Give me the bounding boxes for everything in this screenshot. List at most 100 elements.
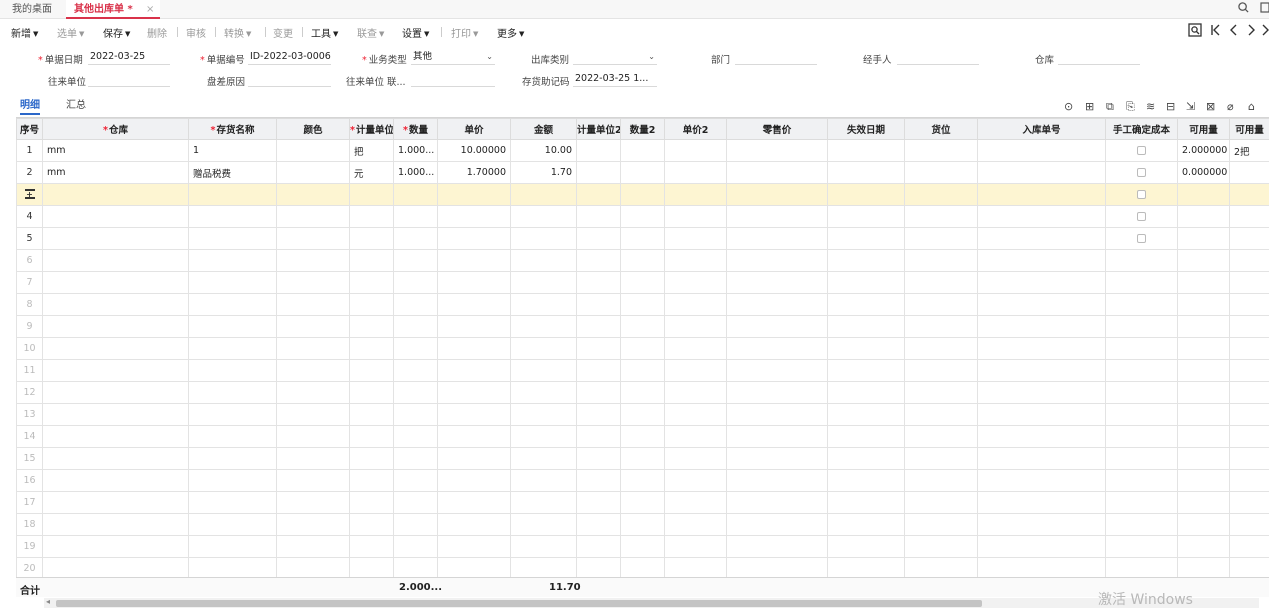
close-icon[interactable]: ×	[146, 0, 154, 19]
cell-price[interactable]	[437, 381, 511, 404]
cell-price2[interactable]	[664, 403, 727, 426]
table-row[interactable]: 12	[16, 381, 1269, 404]
cell-amount[interactable]	[510, 271, 577, 294]
cell-item-name[interactable]	[188, 293, 277, 316]
cell-seq[interactable]: +	[16, 183, 43, 206]
cell-amount[interactable]	[510, 315, 577, 338]
cell-seq[interactable]: 7	[16, 271, 43, 294]
out-type-select[interactable]: ⌄	[573, 51, 657, 65]
cell-unit2[interactable]	[576, 447, 621, 470]
cell-avail2[interactable]	[1229, 183, 1269, 206]
cell-retail[interactable]	[726, 271, 828, 294]
cell-manual-cost[interactable]	[1105, 293, 1178, 316]
cell-seq[interactable]: 9	[16, 315, 43, 338]
next-record-icon[interactable]	[1246, 23, 1256, 41]
cell-unit[interactable]: 元	[349, 161, 394, 184]
cell-avail[interactable]: 0.000000	[1177, 161, 1230, 184]
cell-warehouse[interactable]	[42, 293, 189, 316]
lock-icon[interactable]: ⌂	[1248, 100, 1255, 113]
table-row[interactable]: 7	[16, 271, 1269, 294]
col-qty2[interactable]: 数量2	[620, 118, 665, 140]
cell-warehouse[interactable]	[42, 381, 189, 404]
cell-warehouse[interactable]	[42, 403, 189, 426]
cell-expiry[interactable]	[827, 469, 905, 492]
cell-price[interactable]	[437, 535, 511, 558]
cell-qty2[interactable]	[620, 403, 665, 426]
cell-qty2[interactable]	[620, 447, 665, 470]
cell-warehouse[interactable]: mm	[42, 161, 189, 184]
cell-qty[interactable]	[393, 249, 438, 272]
cell-qty[interactable]	[393, 183, 438, 206]
cell-in-no[interactable]	[977, 315, 1106, 338]
cell-qty2[interactable]	[620, 227, 665, 250]
cell-expiry[interactable]	[827, 337, 905, 360]
cell-in-no[interactable]	[977, 403, 1106, 426]
cell-unit2[interactable]	[576, 271, 621, 294]
cell-qty2[interactable]	[620, 249, 665, 272]
table-row[interactable]: 13	[16, 403, 1269, 426]
cell-item-name[interactable]	[188, 227, 277, 250]
cell-qty2[interactable]	[620, 139, 665, 162]
diff-reason-field[interactable]	[248, 73, 331, 87]
cell-seq[interactable]: 17	[16, 491, 43, 514]
cell-price[interactable]: 1.70000	[437, 161, 511, 184]
cell-avail2[interactable]	[1229, 447, 1269, 470]
table-row[interactable]: 5	[16, 227, 1269, 250]
cell-color[interactable]	[276, 271, 350, 294]
cell-price[interactable]	[437, 359, 511, 382]
cell-amount[interactable]	[510, 249, 577, 272]
cell-price[interactable]	[437, 315, 511, 338]
cell-location[interactable]	[904, 469, 978, 492]
cell-qty[interactable]	[393, 513, 438, 536]
cell-price[interactable]	[437, 513, 511, 536]
cell-unit2[interactable]	[576, 315, 621, 338]
cell-amount[interactable]	[510, 469, 577, 492]
cell-amount[interactable]	[510, 535, 577, 558]
cell-location[interactable]	[904, 271, 978, 294]
cell-avail[interactable]	[1177, 337, 1230, 360]
cell-location[interactable]	[904, 381, 978, 404]
cell-price2[interactable]	[664, 161, 727, 184]
cell-price2[interactable]	[664, 315, 727, 338]
cell-unit[interactable]	[349, 315, 394, 338]
cell-unit[interactable]	[349, 403, 394, 426]
cell-unit[interactable]	[349, 425, 394, 448]
cell-unit[interactable]	[349, 469, 394, 492]
cell-item-name[interactable]	[188, 513, 277, 536]
cell-retail[interactable]	[726, 315, 828, 338]
col-in-no[interactable]: 入库单号	[977, 118, 1106, 140]
cell-unit2[interactable]	[576, 425, 621, 448]
cell-color[interactable]	[276, 491, 350, 514]
table-row[interactable]: 15	[16, 447, 1269, 470]
cell-avail[interactable]	[1177, 249, 1230, 272]
cell-qty2[interactable]	[620, 183, 665, 206]
col-avail-qty2[interactable]: 可用量	[1229, 118, 1269, 140]
cell-manual-cost[interactable]	[1105, 535, 1178, 558]
delete-button[interactable]: 删除	[147, 25, 167, 40]
cell-item-name[interactable]	[188, 447, 277, 470]
cell-price[interactable]	[437, 249, 511, 272]
cell-retail[interactable]	[726, 227, 828, 250]
window-icon[interactable]	[1260, 2, 1269, 16]
cell-avail[interactable]	[1177, 315, 1230, 338]
cell-warehouse[interactable]	[42, 469, 189, 492]
cell-warehouse[interactable]	[42, 535, 189, 558]
cell-manual-cost[interactable]	[1105, 139, 1178, 162]
horizontal-scrollbar[interactable]: ◂	[44, 597, 1259, 608]
cell-expiry[interactable]	[827, 447, 905, 470]
col-retail[interactable]: 零售价	[726, 118, 828, 140]
col-expiry[interactable]: 失效日期	[827, 118, 905, 140]
cell-avail[interactable]	[1177, 513, 1230, 536]
cell-item-name[interactable]	[188, 469, 277, 492]
cell-price[interactable]	[437, 183, 511, 206]
cell-price[interactable]	[437, 205, 511, 228]
col-unit[interactable]: *计量单位	[349, 118, 394, 140]
cell-price2[interactable]	[664, 293, 727, 316]
cell-qty2[interactable]	[620, 513, 665, 536]
cell-expiry[interactable]	[827, 315, 905, 338]
cell-qty[interactable]	[393, 227, 438, 250]
sort-icon[interactable]: ≋	[1146, 100, 1155, 113]
cell-seq[interactable]: 12	[16, 381, 43, 404]
cell-item-name[interactable]	[188, 381, 277, 404]
cell-avail[interactable]	[1177, 227, 1230, 250]
